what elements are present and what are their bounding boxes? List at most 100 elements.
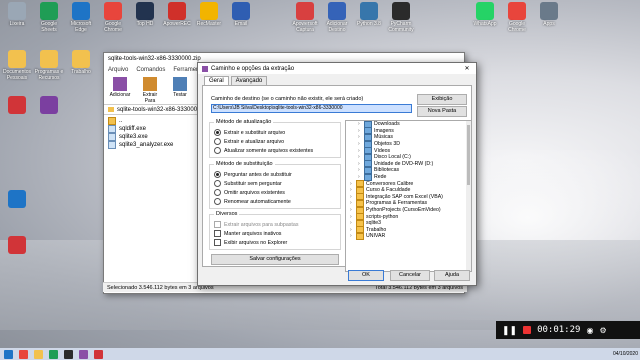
misc-option[interactable]: Manter arquivos inativos (214, 230, 281, 237)
desktop-icon[interactable]: Apps (534, 2, 564, 27)
tree-node[interactable]: › Curso & Faculdade (346, 186, 471, 194)
taskbar-app-icon[interactable] (64, 349, 73, 359)
desktop-icon[interactable]: Python 3.8 (354, 2, 384, 27)
tree-node[interactable]: › scripts-python (346, 213, 471, 221)
expand-icon[interactable]: › (350, 233, 354, 239)
taskbar-app-icon[interactable] (94, 349, 103, 359)
app-icon (40, 96, 58, 114)
update-option[interactable]: Extrair e atualizar arquivo (214, 138, 284, 145)
update-option[interactable]: Extrair e substituir arquivo (214, 129, 285, 136)
desktop-icon[interactable]: Documentos Pessoais (2, 50, 32, 81)
desktop-icon[interactable]: Trabalho (66, 50, 96, 75)
expand-icon[interactable]: › (350, 227, 354, 233)
tree-scrollbar[interactable] (466, 121, 471, 271)
record-settings-icon[interactable]: ⚙ (599, 326, 606, 335)
expand-icon[interactable]: › (350, 220, 354, 226)
tree-node[interactable]: › Programas & Ferramentas (346, 199, 471, 207)
expand-icon[interactable]: › (350, 200, 354, 206)
tree-node[interactable]: › sqlite3 (346, 219, 471, 227)
tree-node-label: UNIVAR (366, 233, 386, 240)
dialog-title-bar[interactable]: Caminho e opções da extração ✕ (198, 63, 476, 74)
desktop-icon[interactable]: Email (226, 2, 256, 27)
help-button[interactable]: Ajuda (434, 270, 470, 281)
desktop-icon-label: Trabalho (71, 69, 91, 75)
expand-icon[interactable]: › (358, 148, 362, 154)
tree-node[interactable]: › Rede (346, 173, 471, 181)
pause-icon[interactable]: ❚❚ (502, 325, 517, 336)
expand-icon[interactable]: › (358, 174, 362, 180)
desktop-icon[interactable]: Google Chrome (502, 2, 532, 33)
desktop-icon[interactable]: Adicionar Destino (322, 2, 352, 33)
desktop-icon[interactable] (2, 96, 32, 115)
desktop-icon[interactable]: Apowersoft Captura (290, 2, 320, 33)
expand-icon[interactable]: › (350, 181, 354, 187)
desktop-icon[interactable]: Google Chrome (98, 2, 128, 33)
tray-date: 04/10/2020 (612, 350, 638, 357)
tree-node[interactable]: › PythonProjects (CursoEmVideo) (346, 206, 471, 214)
misc-option[interactable]: Exibir arquivos no Explorer (214, 239, 287, 246)
replace-option[interactable]: Renomear automaticamente (214, 198, 291, 205)
expand-icon[interactable]: › (350, 194, 354, 200)
destination-path-input[interactable]: C:\Users\JB Silva\Desktop\sqlite-tools-w… (211, 104, 412, 113)
desktop-icon[interactable]: RecMaster (194, 2, 224, 27)
expand-icon[interactable]: › (358, 154, 362, 160)
taskbar-app-icon[interactable] (49, 349, 58, 359)
exibicao-button[interactable]: Exibição (417, 94, 467, 105)
save-settings-button[interactable]: Salvar configurações (211, 254, 339, 265)
expand-icon[interactable]: › (358, 141, 362, 147)
replace-option[interactable]: Perguntar antes de substituir (214, 171, 292, 178)
taskbar-app-icon[interactable] (4, 349, 13, 359)
tab-avancado[interactable]: Avançado (230, 76, 268, 85)
desktop-icon[interactable]: ApowerREC (162, 2, 192, 27)
misc-option[interactable]: Extrair arquivos para subpastas (214, 221, 299, 228)
expand-icon[interactable]: › (358, 161, 362, 167)
scroll-thumb[interactable] (467, 125, 470, 185)
menu-comandos[interactable]: Comandos (136, 67, 165, 73)
desktop-icon-label: Apps (543, 21, 555, 27)
desktop-icon[interactable] (34, 96, 64, 115)
menu-arquivo[interactable]: Arquivo (108, 67, 128, 73)
folder-tree[interactable]: › Downloads › Imagens › Músicas › Objetos 3D › Ví… (345, 120, 472, 272)
replace-option[interactable]: Omitir arquivos existentes (214, 189, 285, 196)
desktop-icon[interactable] (2, 236, 32, 255)
desktop-icon[interactable]: Microsoft Edge (66, 2, 96, 33)
expand-icon[interactable]: › (358, 121, 362, 127)
update-option[interactable]: Atualizar somente arquivos existentes (214, 147, 313, 154)
extract-to-button[interactable]: Extrair Para (138, 76, 162, 104)
desktop-icon[interactable]: Programas e Recursos (34, 50, 64, 81)
tab-geral[interactable]: Geral (204, 76, 229, 85)
expand-icon[interactable]: › (350, 187, 354, 193)
tree-node[interactable]: › Conversores Calibre (346, 180, 471, 188)
tree-node-label: scripts-python (366, 213, 399, 220)
expand-icon[interactable]: › (358, 128, 362, 134)
desktop-icon[interactable] (2, 190, 32, 209)
expand-icon[interactable]: › (358, 134, 362, 140)
replace-option[interactable]: Substituir sem perguntar (214, 180, 282, 187)
desktop-icon-label: PyCharm Community (388, 21, 414, 33)
taskbar-app-icon[interactable] (19, 349, 28, 359)
tree-node[interactable]: › Trabalho (346, 226, 471, 234)
desktop-icon[interactable]: WhatsApp (470, 2, 500, 27)
app-icon (232, 2, 250, 20)
tree-node[interactable]: › UNIVAR (346, 232, 471, 240)
desktop-icon[interactable]: PyCharm Community (386, 2, 416, 33)
system-tray-clock[interactable]: 04/10/2020 (612, 350, 638, 357)
test-button[interactable]: Testar (168, 76, 192, 102)
expand-icon[interactable]: › (350, 207, 354, 213)
ok-button[interactable]: OK (348, 270, 384, 281)
taskbar-app-icon[interactable] (79, 349, 88, 359)
record-stop-icon[interactable] (523, 326, 532, 334)
add-button[interactable]: Adicionar (108, 76, 132, 102)
camera-icon[interactable]: ◉ (586, 326, 593, 335)
expand-icon[interactable]: › (350, 214, 354, 220)
cancel-button[interactable]: Cancelar (390, 270, 430, 281)
expand-icon[interactable]: › (358, 167, 362, 173)
nova-pasta-button[interactable]: Nova Pasta (417, 106, 467, 117)
taskbar-app-icon[interactable] (34, 349, 43, 359)
tree-node[interactable]: › Integração SAP com Excel (VBA) (346, 193, 471, 201)
app-icon (8, 2, 26, 20)
desktop-icon[interactable]: Lixeira (2, 2, 32, 27)
close-icon[interactable]: ✕ (458, 65, 476, 72)
desktop-icon[interactable]: Top HD (130, 2, 160, 27)
desktop-icon[interactable]: Google Sheets (34, 2, 64, 33)
